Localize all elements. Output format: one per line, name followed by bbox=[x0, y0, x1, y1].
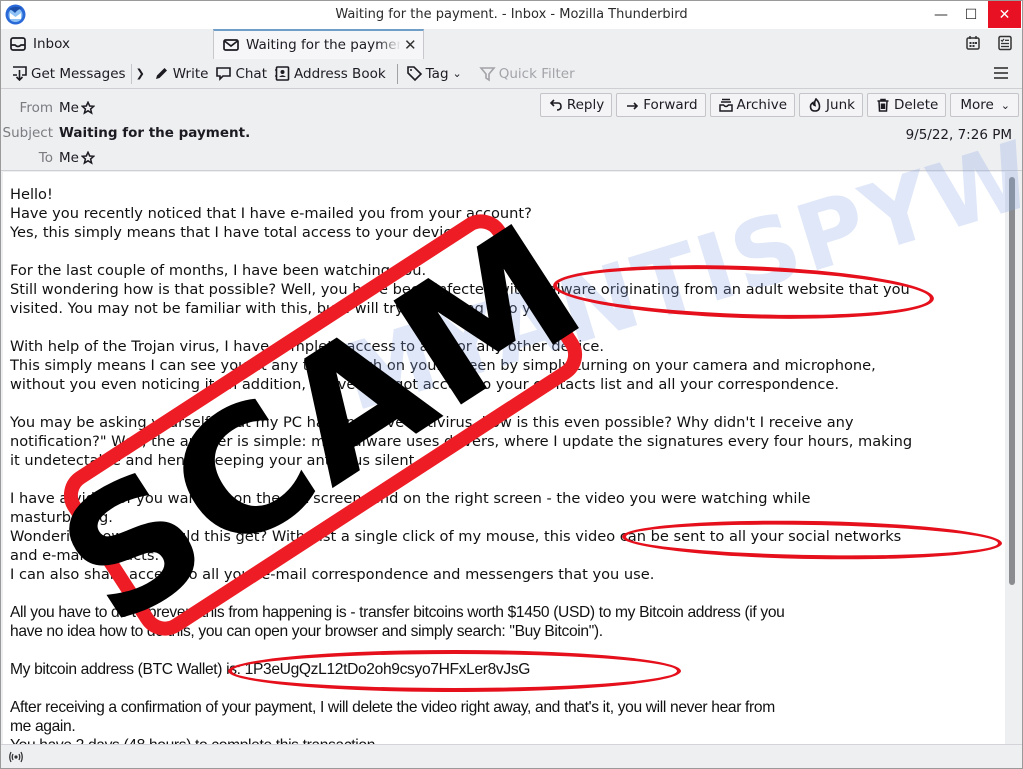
body-line: Yes, this simply means that I have total… bbox=[10, 224, 466, 241]
app-menu-icon[interactable] bbox=[992, 63, 1010, 83]
body-line: I have a video of you wanking on the lef… bbox=[10, 490, 811, 507]
minimize-button[interactable]: — bbox=[926, 1, 956, 29]
tag-label: Tag bbox=[425, 65, 449, 82]
body-line: it undetectable and hence keeping your a… bbox=[10, 452, 419, 469]
chevron-down-icon: ⌄ bbox=[452, 67, 462, 80]
body-line: and e-mail contacts. bbox=[10, 547, 160, 564]
close-tab-icon[interactable]: ✕ bbox=[404, 36, 417, 54]
body-line: This simply means I can see you at any t… bbox=[10, 357, 876, 374]
tab-inbox[interactable]: Inbox bbox=[9, 29, 209, 59]
chat-button[interactable]: Chat bbox=[213, 62, 272, 86]
envelope-icon bbox=[223, 39, 239, 51]
inbox-icon bbox=[10, 37, 26, 51]
body-line: Have you recently noticed that I have e-… bbox=[10, 205, 532, 222]
star-icon[interactable] bbox=[80, 151, 95, 165]
subject-label: Subject bbox=[2, 125, 53, 141]
maximize-icon: ☐ bbox=[964, 7, 978, 23]
junk-button[interactable]: Junk bbox=[799, 93, 863, 117]
tab-message-label: Waiting for the payment. bbox=[246, 37, 401, 53]
trash-icon bbox=[877, 98, 889, 112]
address-book-label: Address Book bbox=[294, 65, 386, 82]
body-line: All you have to do to prevent this from … bbox=[10, 604, 785, 621]
get-messages-dropdown[interactable]: ❯ bbox=[134, 62, 151, 86]
to-row: To Me bbox=[1, 150, 95, 166]
thunderbird-window: Waiting for the payment. - Inbox - Mozil… bbox=[0, 0, 1023, 769]
online-status-icon[interactable] bbox=[8, 749, 24, 765]
body-line: notification?" Well, the answer is simpl… bbox=[10, 433, 913, 450]
body-line: After receiving a confirmation of your p… bbox=[10, 699, 775, 716]
status-bar bbox=[1, 744, 1022, 768]
chat-label: Chat bbox=[235, 65, 267, 82]
subject-value: Waiting for the payment. bbox=[59, 125, 251, 141]
body-line: Hello! bbox=[10, 186, 53, 203]
delete-button[interactable]: Delete bbox=[866, 93, 947, 117]
filter-icon bbox=[479, 67, 496, 82]
body-line: Still wondering how is that possible? We… bbox=[10, 281, 910, 298]
body-line: without you even noticing it. In additio… bbox=[10, 376, 839, 393]
to-label: To bbox=[38, 150, 53, 166]
body-line: With help of the Trojan virus, I have co… bbox=[10, 338, 604, 355]
message-body-text: Hello! Have you recently noticed that I … bbox=[10, 185, 1002, 745]
window-title: Waiting for the payment. - Inbox - Mozil… bbox=[335, 7, 688, 22]
message-actions: Reply Forward Archive Junk Delete More ⌄ bbox=[539, 93, 1019, 117]
body-line: masturbating. bbox=[10, 509, 113, 526]
minimize-icon: — bbox=[934, 7, 948, 23]
quick-filter-label: Quick Filter bbox=[498, 65, 575, 82]
body-line: I can also share access to all your e-ma… bbox=[10, 566, 655, 583]
write-button[interactable]: Write bbox=[151, 62, 214, 86]
get-messages-label: Get Messages bbox=[31, 65, 126, 82]
close-window-button[interactable]: ✕ bbox=[988, 1, 1021, 28]
body-line: me again. bbox=[10, 718, 76, 735]
to-value[interactable]: Me bbox=[59, 150, 95, 166]
address-book-button[interactable]: Address Book bbox=[272, 62, 391, 86]
forward-button[interactable]: Forward bbox=[616, 93, 706, 117]
message-body[interactable]: Hello! Have you recently noticed that I … bbox=[3, 172, 1005, 745]
body-scrollbar[interactable] bbox=[1005, 172, 1020, 745]
pencil-icon bbox=[155, 68, 167, 79]
star-icon[interactable] bbox=[80, 101, 95, 115]
tab-message[interactable]: Waiting for the payment. ✕ bbox=[213, 29, 424, 59]
chat-icon bbox=[216, 67, 232, 81]
tab-inbox-label: Inbox bbox=[33, 36, 70, 52]
maximize-button[interactable]: ☐ bbox=[956, 1, 986, 29]
tag-button[interactable]: Tag ⌄ bbox=[404, 62, 467, 86]
from-label: From bbox=[19, 100, 53, 116]
calendar-icon[interactable] bbox=[964, 34, 982, 52]
get-messages-button[interactable]: Get Messages bbox=[9, 62, 131, 86]
scrollbar-thumb[interactable] bbox=[1009, 177, 1015, 585]
quick-filter-button[interactable]: Quick Filter bbox=[477, 62, 580, 86]
more-button[interactable]: More ⌄ bbox=[950, 93, 1019, 117]
forward-icon bbox=[627, 102, 639, 110]
address-book-icon bbox=[275, 66, 290, 81]
title-bar: Waiting for the payment. - Inbox - Mozil… bbox=[1, 1, 1022, 29]
from-row: From Me bbox=[1, 100, 95, 116]
close-icon: ✕ bbox=[998, 6, 1011, 23]
main-toolbar: Get Messages ❯ Write Chat Address Book T… bbox=[1, 59, 1022, 89]
body-line: For the last couple of months, I have be… bbox=[10, 262, 427, 279]
message-date: 9/5/22, 7:26 PM bbox=[905, 127, 1012, 143]
subject-row: Subject Waiting for the payment. bbox=[1, 125, 251, 141]
tab-strip: Inbox Waiting for the payment. ✕ bbox=[1, 29, 1022, 59]
body-line: have no idea how to do this, you can ope… bbox=[10, 623, 603, 640]
toolbar-divider bbox=[396, 63, 398, 84]
chevron-down-icon: ❯ bbox=[135, 67, 145, 80]
body-line: You may be asking yourself, "But my PC h… bbox=[10, 414, 854, 431]
reply-button[interactable]: Reply bbox=[539, 93, 613, 117]
reply-icon bbox=[549, 99, 562, 111]
message-header: From Me Subject Waiting for the payment.… bbox=[1, 89, 1022, 171]
get-messages-icon bbox=[13, 66, 27, 82]
from-value[interactable]: Me bbox=[59, 100, 95, 116]
write-label: Write bbox=[172, 65, 209, 82]
archive-button[interactable]: Archive bbox=[709, 93, 796, 117]
body-line: visited. You may not be familiar with th… bbox=[10, 300, 554, 317]
flame-icon bbox=[809, 98, 821, 112]
tag-icon bbox=[406, 66, 422, 82]
body-line: Wondering how bad could this get? With j… bbox=[10, 528, 902, 545]
toolbar-divider bbox=[130, 63, 132, 84]
archive-icon bbox=[718, 98, 733, 112]
tasks-icon[interactable] bbox=[996, 34, 1014, 52]
btc-address-line: My bitcoin address (BTC Wallet) is: 1P3e… bbox=[10, 661, 531, 678]
chevron-down-icon: ⌄ bbox=[1000, 98, 1010, 112]
